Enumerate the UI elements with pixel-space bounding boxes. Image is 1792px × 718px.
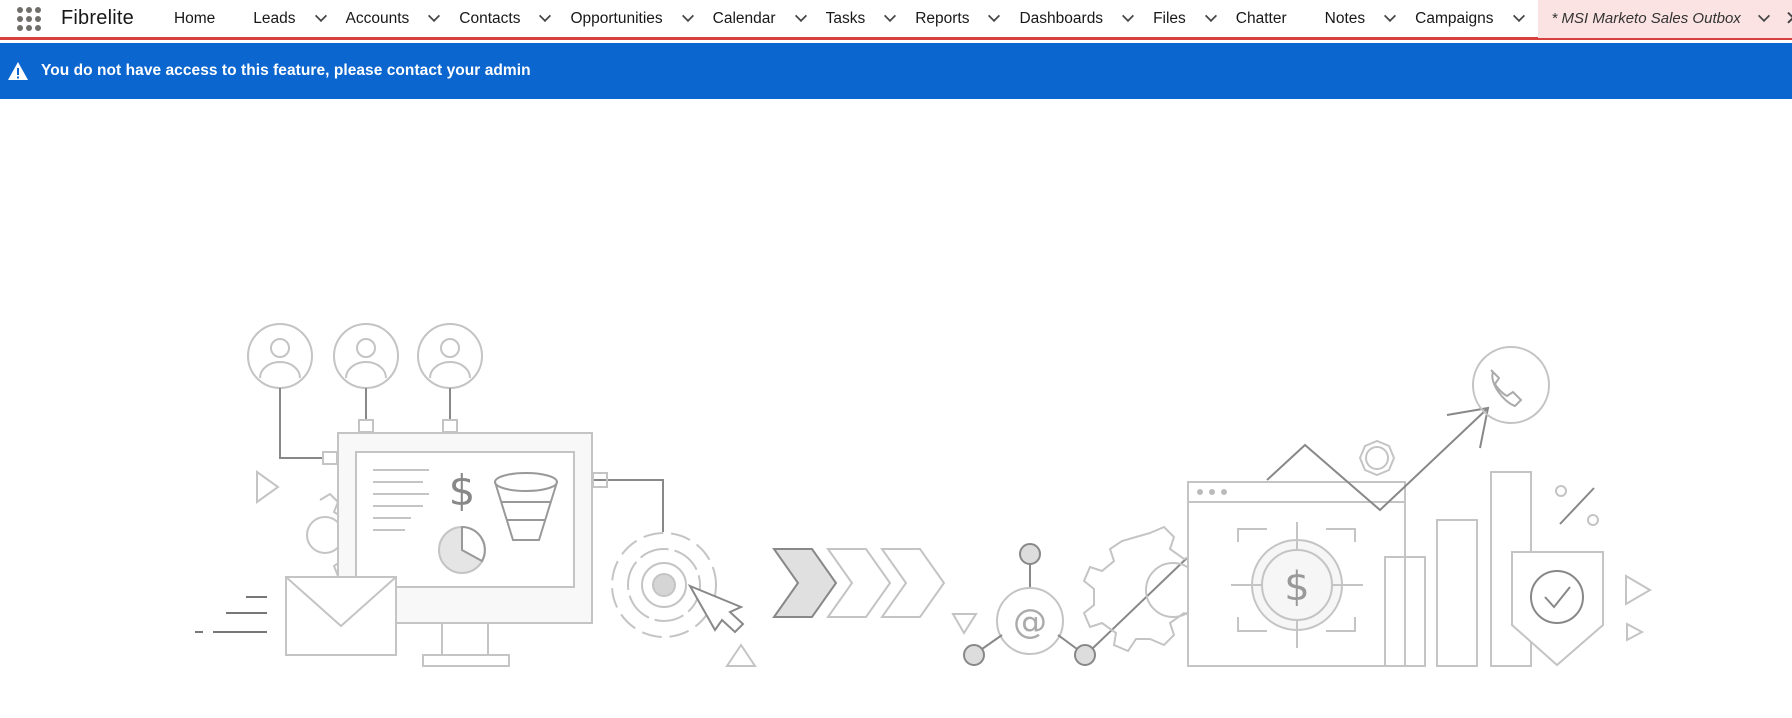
nav-item-dashboards[interactable]: Dashboards <box>1019 0 1137 37</box>
nav-item-label: Tasks <box>825 9 866 27</box>
nav-item-reports[interactable]: Reports <box>915 0 1003 37</box>
pie-chart-icon <box>438 525 486 574</box>
active-tab-label: * MSI Marketo Sales Outbox <box>1551 10 1741 27</box>
tab-msi-marketo-sales-outbox[interactable]: * MSI Marketo Sales Outbox ✕ <box>1537 0 1792 38</box>
chevron-down-icon[interactable] <box>1204 9 1217 22</box>
nav-item-campaigns[interactable]: Campaigns <box>1415 0 1527 37</box>
nav-item-label: Calendar <box>712 9 776 27</box>
nav-item-home[interactable]: Home <box>174 0 215 37</box>
warning-icon <box>8 62 28 80</box>
access-warning-banner: You do not have access to this feature, … <box>0 43 1792 99</box>
svg-text:$: $ <box>449 466 476 515</box>
nav-item-opportunities[interactable]: Opportunities <box>570 0 696 37</box>
chevron-down-icon[interactable] <box>428 9 441 22</box>
nav-item-label: Notes <box>1324 9 1366 27</box>
app-name: Fibrelite <box>61 7 134 29</box>
nav-item-label: Leads <box>253 9 296 27</box>
nav-item-label: Home <box>173 9 216 27</box>
nav-item-label: Accounts <box>345 9 410 27</box>
nav-item-notes[interactable]: Notes <box>1325 0 1400 37</box>
chevron-down-icon[interactable] <box>1512 9 1525 22</box>
nav-item-label: Reports <box>915 9 970 27</box>
user-avatar-icon <box>247 323 313 389</box>
no-access-illustration: $ @ $ <box>195 323 1652 667</box>
chevron-down-icon[interactable] <box>314 9 327 22</box>
nav-item-label: Files <box>1153 9 1186 27</box>
chevron-down-icon[interactable] <box>1384 9 1397 22</box>
nav-item-label: Opportunities <box>570 9 663 27</box>
nav-item-contacts[interactable]: Contacts <box>459 0 554 37</box>
nav-item-tasks[interactable]: Tasks <box>826 0 900 37</box>
nav-item-label: Dashboards <box>1019 9 1104 27</box>
nav-item-leads[interactable]: Leads <box>253 0 329 37</box>
chevron-down-icon[interactable] <box>794 9 807 22</box>
nav-item-calendar[interactable]: Calendar <box>713 0 810 37</box>
chevron-down-icon[interactable] <box>988 9 1001 22</box>
nav-item-accounts[interactable]: Accounts <box>346 0 444 37</box>
close-icon[interactable]: ✕ <box>1785 9 1792 29</box>
user-avatar-icon <box>417 323 483 389</box>
nav-item-files[interactable]: Files <box>1153 0 1220 37</box>
chevron-down-icon[interactable] <box>1757 9 1770 22</box>
banner-message: You do not have access to this feature, … <box>41 62 531 79</box>
shield-check-icon <box>1511 551 1604 667</box>
chevron-down-icon[interactable] <box>884 9 897 22</box>
phone-icon <box>1472 346 1550 424</box>
chevron-down-icon[interactable] <box>539 9 552 22</box>
nav-item-label: Campaigns <box>1415 9 1494 27</box>
user-avatar-icon <box>333 323 399 389</box>
chevron-down-icon[interactable] <box>1122 9 1135 22</box>
nav-item-label: Chatter <box>1235 9 1287 27</box>
svg-text:$: $ <box>1284 564 1309 610</box>
nav-item-label: Contacts <box>459 9 521 27</box>
nav-tabs: Home Leads Accounts Contacts Opportuniti… <box>174 0 1792 39</box>
svg-text:@: @ <box>1013 602 1047 642</box>
nav-item-chatter[interactable]: Chatter <box>1236 0 1287 37</box>
chevron-down-icon[interactable] <box>681 9 694 22</box>
global-navigation-bar: Fibrelite Home Leads Accounts Contacts O… <box>0 0 1792 40</box>
envelope-icon <box>285 576 397 656</box>
app-launcher-icon[interactable] <box>17 5 41 33</box>
